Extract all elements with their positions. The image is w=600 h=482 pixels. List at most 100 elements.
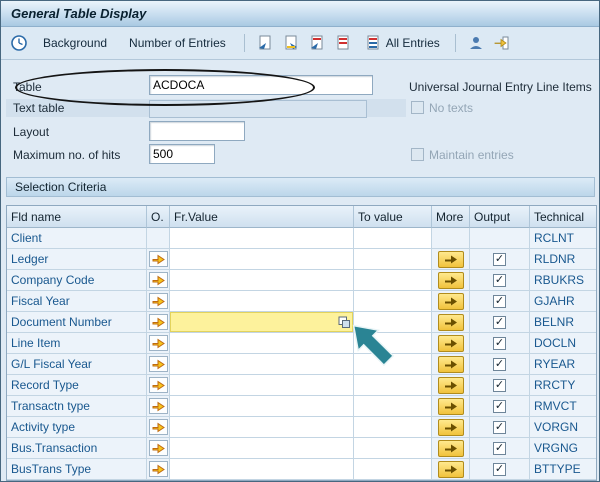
more-button[interactable] xyxy=(437,439,464,457)
to-value-field[interactable] xyxy=(354,438,431,458)
all-entries-label: All Entries xyxy=(385,36,440,50)
from-value-field[interactable] xyxy=(170,396,353,416)
more-button[interactable] xyxy=(437,418,464,436)
table-input[interactable] xyxy=(149,75,373,95)
table-row: Company Code ✓ RBUKRS xyxy=(7,270,596,291)
output-checkbox[interactable] xyxy=(493,378,506,392)
selection-criteria-table: Fld name O. Fr.Value To value More Outpu… xyxy=(6,205,597,481)
output-checkbox[interactable] xyxy=(493,399,506,413)
insert-selection-icon[interactable] xyxy=(279,32,303,54)
to-value-field[interactable] xyxy=(354,459,431,479)
delete-all-selections-icon[interactable] xyxy=(331,32,355,54)
selection-criteria-title: Selection Criteria xyxy=(15,180,107,194)
search-help-icon[interactable] xyxy=(338,316,351,329)
output-checkbox[interactable] xyxy=(493,420,506,434)
selection-options-button[interactable] xyxy=(148,461,168,477)
more-arrow-icon xyxy=(444,360,457,368)
more-button[interactable] xyxy=(437,376,464,394)
output-checkbox[interactable] xyxy=(493,336,506,350)
from-value-field[interactable] xyxy=(170,291,353,311)
more-button[interactable] xyxy=(437,292,464,310)
exit-icon[interactable] xyxy=(490,32,514,54)
to-value-field[interactable] xyxy=(354,354,431,374)
from-value-field[interactable] xyxy=(170,228,353,248)
from-value-field[interactable] xyxy=(170,270,353,290)
selection-options-button[interactable] xyxy=(148,314,168,330)
maintain-entries-label: Maintain entries xyxy=(429,148,514,162)
more-button[interactable] xyxy=(437,313,464,331)
output-checkbox[interactable] xyxy=(493,294,506,308)
more-arrow-icon xyxy=(444,276,457,284)
output-checkbox[interactable] xyxy=(493,273,506,287)
selection-options-button[interactable] xyxy=(148,335,168,351)
max-hits-input[interactable] xyxy=(149,144,215,164)
to-value-field[interactable] xyxy=(354,375,431,395)
from-value-field[interactable] xyxy=(170,249,353,269)
from-value-field[interactable] xyxy=(170,312,353,332)
choose-fields-icon[interactable] xyxy=(253,32,277,54)
output-checkbox[interactable] xyxy=(493,441,506,455)
execute-in-background-icon[interactable] xyxy=(7,32,31,54)
output-checkbox[interactable] xyxy=(493,252,506,266)
from-value-field[interactable] xyxy=(170,354,353,374)
output-checkbox[interactable] xyxy=(493,357,506,371)
row-field-name: Activity type xyxy=(11,420,76,434)
selection-options-button[interactable] xyxy=(148,272,168,288)
selection-options-button[interactable] xyxy=(148,398,168,414)
to-value-field[interactable] xyxy=(354,417,431,437)
background-button[interactable]: Background xyxy=(33,32,117,54)
from-value-field[interactable] xyxy=(170,459,353,479)
row-field-name: Ledger xyxy=(11,252,49,266)
table-row: Fiscal Year ✓ GJAHR xyxy=(7,291,596,312)
column-header-from-value: Fr.Value xyxy=(170,206,354,228)
no-texts-label: No texts xyxy=(429,101,474,115)
selection-options-button[interactable] xyxy=(148,356,168,372)
to-value-field[interactable] xyxy=(354,396,431,416)
row-field-name: Transactn type xyxy=(11,399,90,413)
from-value-field[interactable] xyxy=(170,333,353,353)
to-value-field[interactable] xyxy=(354,312,431,332)
user-parameters-icon[interactable] xyxy=(464,32,488,54)
row-field-name: Document Number xyxy=(11,315,112,329)
more-button[interactable] xyxy=(437,355,464,373)
selection-options-button[interactable] xyxy=(148,293,168,309)
row-technical-name: RMVCT xyxy=(534,399,577,413)
layout-input[interactable] xyxy=(149,121,245,141)
number-of-entries-button[interactable]: Number of Entries xyxy=(119,32,236,54)
selection-options-button[interactable] xyxy=(148,440,168,456)
selection-options-button[interactable] xyxy=(148,377,168,393)
delete-selection-icon[interactable] xyxy=(305,32,329,54)
selection-options-button[interactable] xyxy=(148,251,168,267)
selection-options-arrow-icon xyxy=(152,338,165,348)
to-value-field[interactable] xyxy=(354,333,431,353)
more-arrow-icon xyxy=(444,255,457,263)
all-entries-button[interactable]: All Entries xyxy=(357,30,447,56)
general-table-display-window: General Table Display Background Number … xyxy=(0,0,600,482)
to-value-field[interactable] xyxy=(354,249,431,269)
row-field-name: Record Type xyxy=(11,378,79,392)
to-value-field[interactable] xyxy=(354,270,431,290)
row-field-name: Company Code xyxy=(11,273,95,287)
column-header-o: O. xyxy=(147,206,170,228)
more-button[interactable] xyxy=(437,271,464,289)
table-row: Ledger RLDN xyxy=(7,249,596,270)
output-checkbox[interactable] xyxy=(493,462,506,476)
more-button[interactable] xyxy=(437,334,464,352)
row-technical-name: VORGN xyxy=(534,420,579,434)
from-value-field[interactable] xyxy=(170,417,353,437)
selection-options-button[interactable] xyxy=(148,419,168,435)
to-value-field[interactable] xyxy=(354,228,431,248)
from-value-field[interactable] xyxy=(170,438,353,458)
more-button[interactable] xyxy=(437,250,464,268)
output-checkbox[interactable] xyxy=(493,315,506,329)
selection-options-arrow-icon xyxy=(152,254,165,264)
more-button[interactable] xyxy=(437,397,464,415)
row-field-name: Fiscal Year xyxy=(11,294,70,308)
table-description: Universal Journal Entry Line Items xyxy=(409,80,592,94)
selection-options-arrow-icon xyxy=(152,464,165,474)
text-table-label: Text table xyxy=(13,101,65,115)
from-value-field[interactable] xyxy=(170,375,353,395)
clock-icon xyxy=(11,35,27,51)
more-button[interactable] xyxy=(437,460,464,478)
to-value-field[interactable] xyxy=(354,291,431,311)
